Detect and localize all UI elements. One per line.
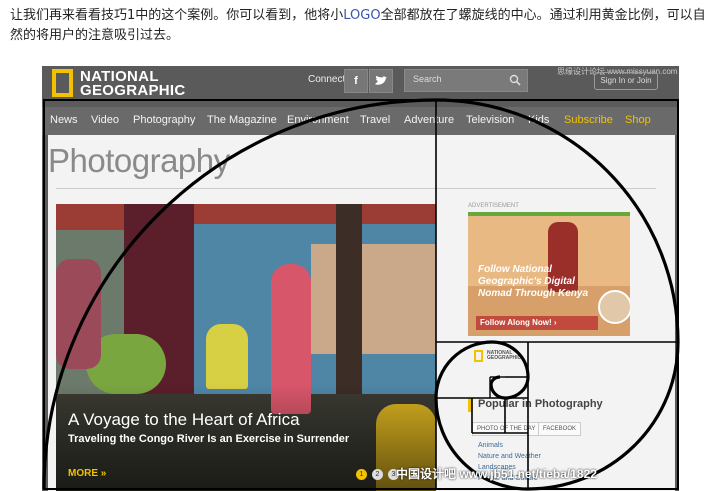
signin-button[interactable]: Sign In or Join [594,72,658,90]
caption-text-1: 让我们再来看看技巧1中的这个案例。你可以看到，他将小 [10,8,344,23]
hero-title[interactable]: A Voyage to the Heart of Africa [68,410,300,430]
nav-television[interactable]: Television [466,114,514,126]
website-screenshot: NATIONAL GEOGRAPHIC Connect: f Search 思缘… [42,66,679,491]
small-natgeo-logo-icon[interactable] [474,350,483,362]
slide-dot-2[interactable]: 2 [372,469,383,480]
nav-travel[interactable]: Travel [360,114,390,126]
hero-subtitle: Traveling the Congo River Is an Exercise… [68,433,350,445]
ad-label: ADVERTISEMENT [468,203,519,209]
page-title: Photography [48,142,230,179]
popular-heading: Popular in Photography [478,398,603,410]
nav-the-magazine[interactable]: The Magazine [207,114,277,126]
nav-news[interactable]: News [50,114,78,126]
connect-label: Connect: [308,74,349,85]
search-placeholder: Search [413,74,442,84]
nav-shop[interactable]: Shop [625,114,651,126]
twitter-icon[interactable] [369,69,393,93]
hero-photo-person-left [56,259,101,369]
search-icon[interactable] [509,74,521,86]
search-input[interactable]: Search [404,69,528,92]
small-logo-text: NATIONAL GEOGRAPHIC [487,351,521,361]
list-item[interactable]: Animals [478,442,503,449]
follow-along-button[interactable]: Follow Along Now! › [476,316,598,330]
hero-photo-wall2 [311,244,436,354]
site-logo-text[interactable]: NATIONAL GEOGRAPHIC [80,69,186,99]
main-nav: News Video Photography The Magazine Envi… [42,107,679,135]
hero-slider[interactable]: A Voyage to the Heart of Africa Travelin… [56,204,436,491]
source-watermark: 中国设计吧 www.jb51.net/tieba/1822 [396,467,597,481]
tab-photo-of-the-day[interactable]: PHOTO OF THE DAY [472,422,541,436]
divider [56,188,656,189]
nav-environment[interactable]: Environment [287,114,349,126]
more-link[interactable]: MORE » [68,468,106,479]
advertisement-banner[interactable]: Follow National Geographic's Digital Nom… [468,212,630,336]
caption-highlight: LOGO [343,8,381,23]
list-item[interactable]: Nature and Weather [478,453,541,460]
ad-avatar [598,290,630,324]
facebook-icon[interactable]: f [344,69,368,93]
nav-photography[interactable]: Photography [133,114,195,126]
article-caption: 让我们再来看看技巧1中的这个案例。你可以看到，他将小LOGO全部都放在了螺旋线的… [10,6,715,46]
logo-line-2: GEOGRAPHIC [80,82,186,99]
small-logo-line-2: GEOGRAPHIC [487,355,522,361]
tab-facebook[interactable]: FACEBOOK [538,422,582,436]
hero-photo-person-seated [206,324,248,389]
nav-kids[interactable]: Kids [528,114,549,126]
nav-adventure[interactable]: Adventure [404,114,454,126]
ad-headline: Follow National Geographic's Digital Nom… [478,264,589,299]
slide-dot-1[interactable]: 1 [356,469,367,480]
section-marker [468,398,472,412]
natgeo-logo-icon[interactable] [52,69,73,97]
nav-video[interactable]: Video [91,114,119,126]
nav-subscribe[interactable]: Subscribe [564,114,613,126]
site-header: NATIONAL GEOGRAPHIC Connect: f Search 思缘… [42,66,679,100]
